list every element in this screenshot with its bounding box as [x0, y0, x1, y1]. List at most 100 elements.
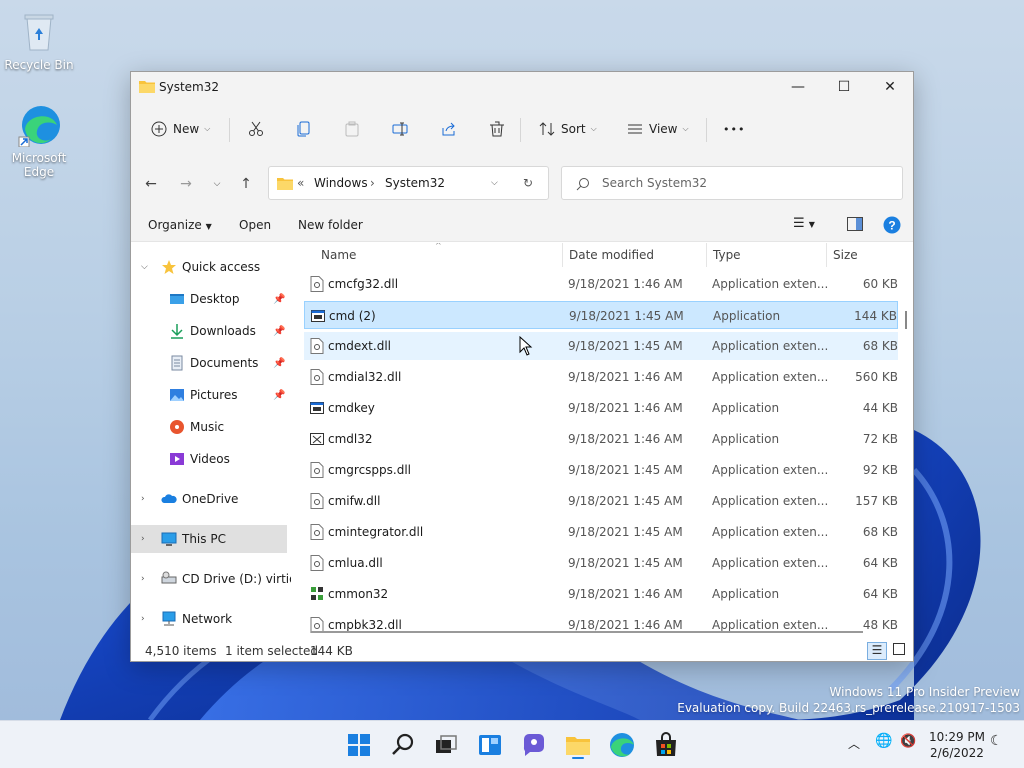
search-box[interactable]: Search System32: [561, 166, 903, 200]
file-type: Application: [712, 432, 780, 446]
new-button[interactable]: New ⌵: [151, 114, 210, 144]
breadcrumb-overflow[interactable]: «: [297, 176, 304, 190]
notifications-icon[interactable]: ☾: [990, 733, 1003, 749]
help-button[interactable]: ?: [883, 216, 901, 237]
table-row[interactable]: cmintegrator.dll 9/18/2021 1:45 AM Applica…: [304, 518, 898, 546]
table-row[interactable]: cmcfg32.dll 9/18/2021 1:46 AM Application …: [304, 270, 898, 298]
table-row[interactable]: cmdkey 9/18/2021 1:46 AM Application 44 KB: [304, 394, 898, 422]
table-row[interactable]: cmmon32 9/18/2021 1:46 AM Application 64 KB: [304, 580, 898, 608]
large-icons-view-button[interactable]: [893, 643, 905, 658]
rename-icon: [392, 122, 408, 136]
sort-button[interactable]: Sort ⌵: [539, 114, 597, 144]
chat-icon[interactable]: [520, 731, 548, 759]
column-divider[interactable]: [706, 243, 707, 267]
copy-icon: [297, 121, 310, 137]
nav-music[interactable]: Music: [131, 413, 287, 441]
clock[interactable]: 10:29 PM 2/6/2022: [926, 729, 988, 761]
file-type: Application exten...: [712, 339, 829, 353]
paste-button[interactable]: [344, 114, 360, 144]
recent-locations-button[interactable]: ⌵: [206, 173, 228, 195]
column-divider[interactable]: [562, 243, 563, 267]
up-button[interactable]: ↑: [235, 173, 257, 195]
volume-muted-icon[interactable]: 🔇: [900, 734, 916, 749]
column-header-name[interactable]: Name: [321, 248, 356, 262]
network-tray-icon[interactable]: 🌐: [875, 733, 892, 749]
view-button[interactable]: View ⌵: [627, 114, 689, 144]
new-label: New: [173, 122, 200, 136]
search-icon[interactable]: [389, 731, 417, 759]
nav-desktop[interactable]: Desktop 📌: [131, 285, 287, 313]
column-header-date[interactable]: Date modified: [569, 248, 654, 262]
desktop-icon-edge[interactable]: Microsoft Edge: [3, 103, 75, 179]
file-size: 48 KB: [862, 618, 898, 632]
window-title: System32: [159, 80, 220, 94]
share-button[interactable]: [441, 114, 457, 144]
back-button[interactable]: ←: [140, 173, 162, 195]
nav-this-pc[interactable]: › This PC: [131, 525, 287, 553]
organize-label: Organize: [148, 218, 202, 232]
store-icon[interactable]: [652, 731, 680, 759]
delete-button[interactable]: [489, 114, 505, 144]
desktop-icon-recycle-bin[interactable]: Recycle Bin: [3, 10, 75, 72]
arrow-right-icon: →: [180, 176, 192, 192]
nav-onedrive[interactable]: › OneDrive: [131, 485, 287, 513]
table-row[interactable]: cmdial32.dll 9/18/2021 1:46 AM Application…: [304, 363, 898, 391]
file-list: Name ^ Date modified Type Size cmcfg32.d…: [291, 243, 901, 635]
close-button[interactable]: ✕: [867, 72, 913, 102]
table-row[interactable]: cmlua.dll 9/18/2021 1:45 AM Application ex…: [304, 549, 898, 577]
nav-pictures[interactable]: Pictures 📌: [131, 381, 287, 409]
table-row[interactable]: cmd (2) 9/18/2021 1:45 AM Application 144 K…: [304, 301, 898, 329]
file-date: 9/18/2021 1:45 AM: [568, 463, 683, 477]
vertical-scrollbar[interactable]: [903, 243, 911, 635]
file-name: cmdkey: [328, 401, 375, 415]
watermark-line-2: Evaluation copy. Build 22463.rs_prerelea…: [677, 701, 1020, 715]
widgets-icon[interactable]: [476, 731, 504, 759]
more-options-button[interactable]: •••: [723, 114, 745, 144]
address-bar[interactable]: « Windows › System32 ⌵ ↻: [268, 166, 549, 200]
minimize-button[interactable]: —: [775, 72, 821, 102]
scroll-thumb[interactable]: [905, 311, 907, 329]
file-type: Application: [713, 309, 781, 323]
forward-button[interactable]: →: [175, 173, 197, 195]
title-bar[interactable]: System32 — ☐ ✕: [131, 72, 913, 102]
nav-label: This PC: [182, 532, 226, 546]
address-dropdown-button[interactable]: ⌵: [491, 178, 498, 188]
table-row[interactable]: cmdl32 9/18/2021 1:46 AM Application 72 KB: [304, 425, 898, 453]
rename-button[interactable]: [392, 114, 408, 144]
nav-network[interactable]: › Network: [131, 605, 287, 633]
chevron-down-icon: ⌵: [682, 124, 689, 133]
table-row[interactable]: cmdext.dll 9/18/2021 1:45 AM Application e…: [304, 332, 898, 360]
details-view-button[interactable]: ☰: [867, 642, 887, 660]
refresh-button[interactable]: ↻: [523, 176, 533, 190]
show-hidden-icons-button[interactable]: ︿: [848, 735, 860, 752]
breadcrumb-system32[interactable]: System32: [385, 176, 445, 190]
breadcrumb-windows[interactable]: Windows: [314, 176, 368, 190]
nav-documents[interactable]: Documents 📌: [131, 349, 287, 377]
table-row[interactable]: cmgrcspps.dll 9/18/2021 1:45 AM Applicatio…: [304, 456, 898, 484]
maximize-button[interactable]: ☐: [821, 72, 867, 102]
start-windows-icon[interactable]: [345, 731, 373, 759]
table-row[interactable]: cmifw.dll 9/18/2021 1:45 AM Application ex…: [304, 487, 898, 515]
chevron-right-icon: ›: [141, 574, 145, 584]
horizontal-scrollbar[interactable]: [311, 631, 863, 633]
organize-menu[interactable]: Organize ▼: [148, 218, 212, 232]
new-folder-button[interactable]: New folder: [298, 218, 363, 232]
help-icon: ?: [883, 216, 901, 234]
nav-downloads[interactable]: Downloads 📌: [131, 317, 287, 345]
file-explorer-taskbar-icon[interactable]: [564, 731, 592, 759]
column-header-size[interactable]: Size: [833, 248, 858, 262]
nav-label: Downloads: [190, 324, 256, 338]
preview-pane-button[interactable]: [847, 217, 863, 234]
nav-videos[interactable]: Videos: [131, 445, 287, 473]
cut-button[interactable]: [248, 114, 264, 144]
copy-button[interactable]: [296, 114, 312, 144]
task-view-icon[interactable]: [432, 731, 460, 759]
edge-taskbar-icon[interactable]: [608, 731, 636, 759]
nav-cd-drive[interactable]: › CD Drive (D:) virtio-w: [131, 565, 291, 593]
column-header-type[interactable]: Type: [713, 248, 741, 262]
open-button[interactable]: Open: [239, 218, 271, 232]
change-view-button[interactable]: ☰ ▼: [793, 216, 815, 231]
caret-down-icon: ▼: [205, 222, 212, 231]
column-divider[interactable]: [826, 243, 827, 267]
nav-quick-access[interactable]: ⌵ Quick access: [131, 253, 287, 281]
